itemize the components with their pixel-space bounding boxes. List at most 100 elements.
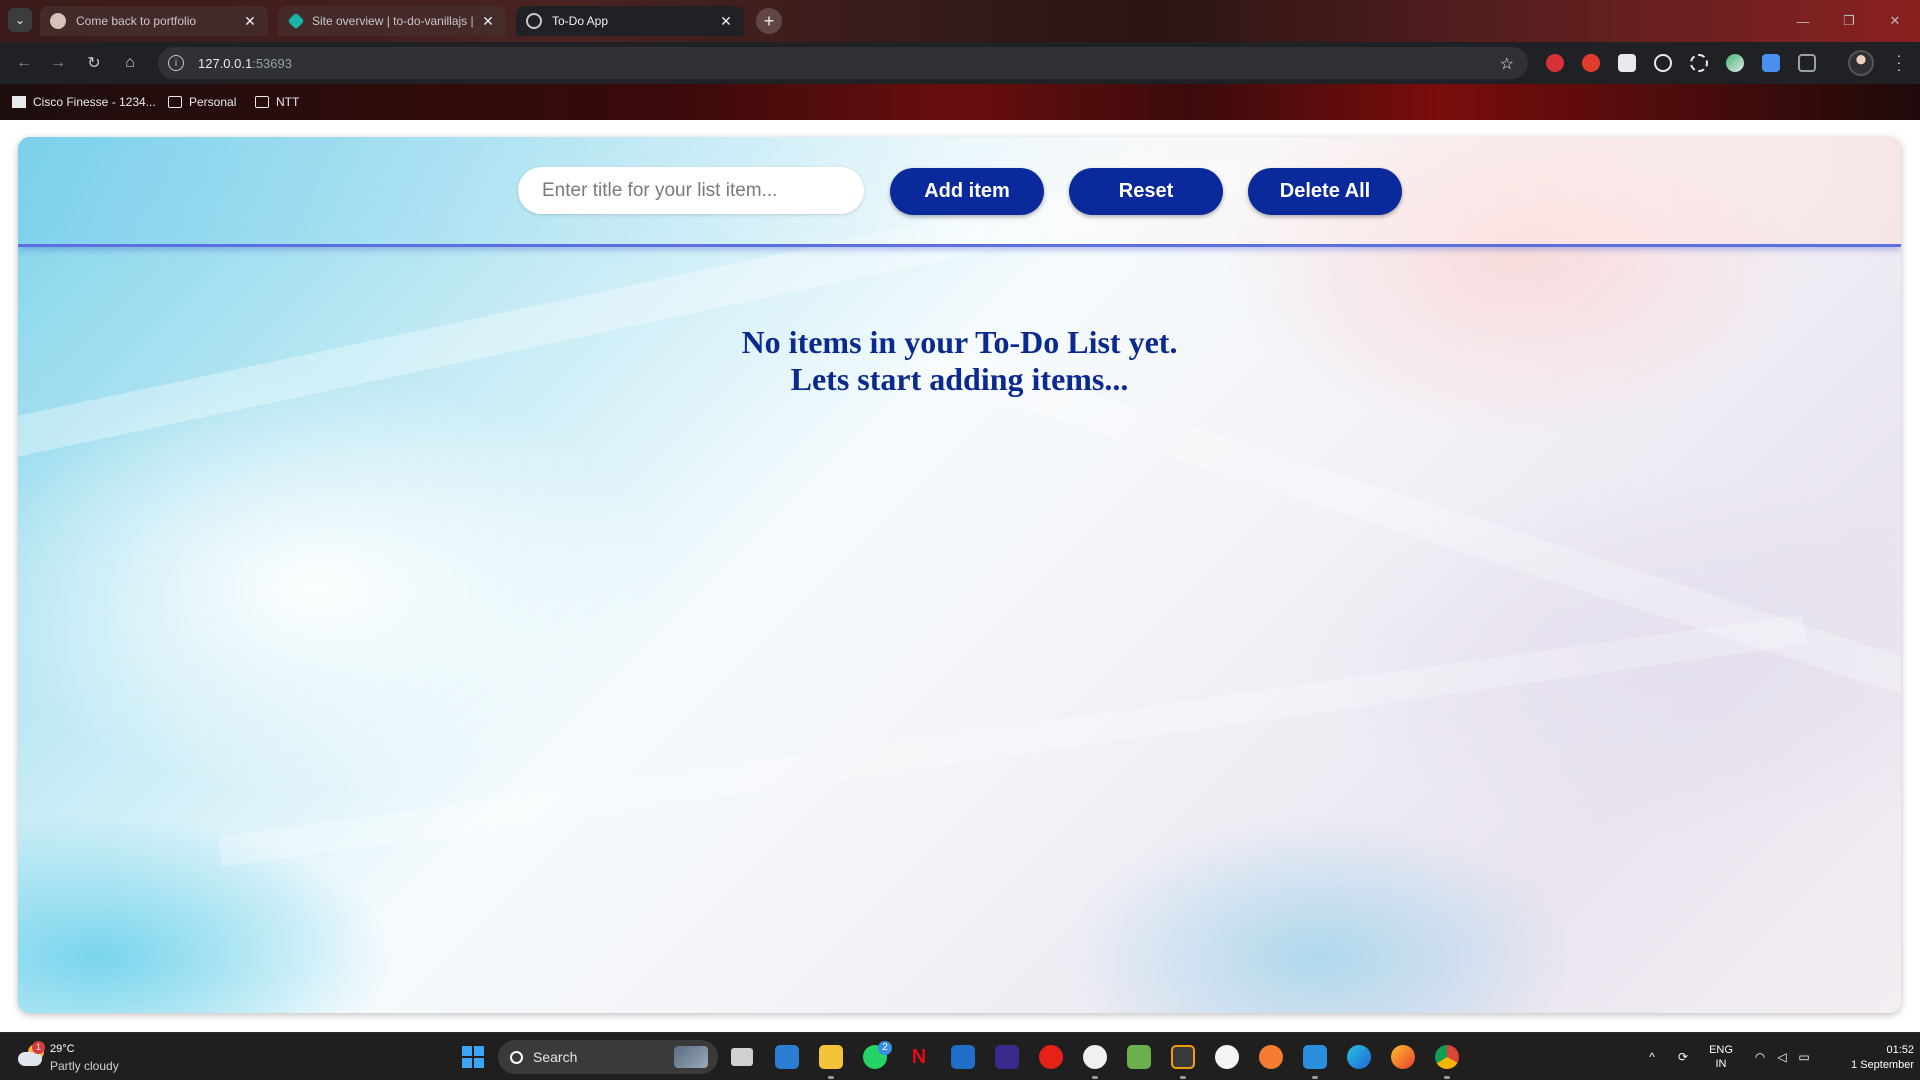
red-extension-icon[interactable] — [1582, 54, 1600, 72]
folder-icon — [168, 96, 182, 108]
clock-date: 1 September — [1851, 1059, 1914, 1071]
search-highlight-image — [674, 1046, 708, 1068]
whatsapp-badge: 2 — [878, 1041, 892, 1055]
running-indicator — [1092, 1076, 1098, 1079]
maximize-window-icon[interactable]: ❐ — [1826, 0, 1872, 42]
page-viewport: Add item Reset Delete All No items in yo… — [0, 120, 1920, 1032]
forward-icon[interactable]: → — [46, 51, 70, 75]
adblock-plus-icon[interactable] — [1546, 54, 1564, 72]
running-indicator — [1180, 1076, 1186, 1079]
postman-icon[interactable] — [1259, 1045, 1283, 1069]
browser-tab-strip: ⌄ Come back to portfolio ✕ Site overview… — [0, 0, 1920, 42]
bookmark-star-icon[interactable]: ☆ — [1500, 54, 1514, 74]
tab-site-overview[interactable]: Site overview | to-do-vanillajs | ✕ — [278, 6, 506, 36]
delete-all-button[interactable]: Delete All — [1248, 168, 1402, 215]
edge-icon[interactable] — [1347, 1045, 1371, 1069]
reset-button[interactable]: Reset — [1069, 168, 1223, 215]
home-icon[interactable]: ⌂ — [118, 51, 142, 75]
app-header: Add item Reset Delete All — [18, 137, 1901, 247]
tab-title: Site overview | to-do-vanillajs | — [312, 14, 474, 28]
clock-time: 01:52 — [1886, 1044, 1914, 1056]
running-indicator — [1444, 1076, 1450, 1079]
vscode-icon[interactable] — [1303, 1045, 1327, 1069]
tab-title: Come back to portfolio — [76, 14, 197, 28]
system-clock[interactable]: 01:52 1 September — [1820, 1043, 1914, 1073]
search-label: Search — [533, 1049, 578, 1065]
bookmark-folder-ntt[interactable]: NTT — [255, 93, 299, 111]
portfolio-favicon-icon — [50, 13, 66, 29]
tab-todo-app[interactable]: To-Do App ✕ — [516, 6, 744, 36]
prime-video-icon[interactable] — [951, 1045, 975, 1069]
running-indicator — [1312, 1076, 1318, 1079]
empty-message-line-1: No items in your To-Do List yet. — [741, 324, 1178, 360]
minimize-window-icon[interactable]: — — [1780, 0, 1826, 42]
bookmark-label: NTT — [276, 95, 300, 109]
lang-region: IN — [1715, 1058, 1727, 1070]
weather-temperature: 29°C — [50, 1043, 75, 1055]
github-icon[interactable] — [1083, 1045, 1107, 1069]
tab-title: To-Do App — [552, 14, 609, 28]
weather-badge: 1 — [32, 1041, 45, 1054]
lang-code: ENG — [1709, 1044, 1733, 1056]
file-explorer-icon[interactable] — [819, 1045, 843, 1069]
globe-favicon-icon — [526, 13, 542, 29]
bookmark-folder-personal[interactable]: Personal — [168, 93, 236, 111]
site-info-icon[interactable]: i — [168, 55, 184, 71]
microsoft-store-icon[interactable] — [775, 1045, 799, 1069]
gear-extension-icon[interactable] — [1690, 54, 1708, 72]
green-extension-icon[interactable] — [1726, 54, 1744, 72]
browser-menu-icon[interactable]: · · · — [1892, 48, 1906, 76]
puzzle-extensions-icon[interactable] — [1798, 54, 1816, 72]
sync-icon[interactable]: ⟳ — [1672, 1033, 1694, 1080]
target-extension-icon[interactable] — [1654, 54, 1672, 72]
weather-description: Partly cloudy — [50, 1059, 119, 1073]
empty-message-line-2: Lets start adding items... — [790, 361, 1129, 397]
background-stripe — [218, 614, 1807, 867]
reload-icon[interactable]: ↻ — [82, 51, 106, 75]
address-bar[interactable]: i 127.0.0.1:53693 ☆ — [158, 47, 1528, 79]
tab-portfolio[interactable]: Come back to portfolio ✕ — [40, 6, 268, 36]
profile-avatar[interactable] — [1848, 50, 1874, 76]
back-icon[interactable]: ← — [12, 51, 36, 75]
s-extension-icon[interactable] — [1618, 54, 1636, 72]
close-tab-icon[interactable]: ✕ — [242, 13, 258, 30]
taskbar-search-box[interactable]: Search — [498, 1040, 718, 1074]
input-language[interactable]: ENG IN — [1704, 1043, 1738, 1071]
sublime-text-icon[interactable] — [1171, 1045, 1195, 1069]
volume-icon[interactable]: ◁ — [1772, 1033, 1792, 1080]
bookmark-label: Personal — [189, 95, 237, 109]
cisco-icon — [12, 96, 26, 108]
close-tab-icon[interactable]: ✕ — [718, 13, 734, 30]
todo-title-input[interactable] — [518, 167, 864, 214]
close-window-icon[interactable]: ✕ — [1872, 0, 1918, 42]
windows-taskbar: 1 29°C Partly cloudy Search 2 N ^ ⟳ ENG … — [0, 1032, 1920, 1080]
battery-icon[interactable]: ▭ — [1794, 1033, 1814, 1080]
task-view-icon[interactable] — [731, 1048, 753, 1066]
weather-widget-icon[interactable]: 1 — [18, 1041, 45, 1068]
netlify-favicon-icon — [287, 12, 305, 30]
notepad-icon[interactable] — [1127, 1045, 1151, 1069]
bookmark-label: Cisco Finesse - 1234... — [33, 95, 156, 109]
show-hidden-icons-chevron-icon[interactable]: ^ — [1642, 1033, 1662, 1080]
chrome-icon[interactable] — [1435, 1045, 1459, 1069]
new-tab-button[interactable]: + — [756, 8, 782, 34]
browser-toolbar: ← → ↻ ⌂ i 127.0.0.1:53693 ☆ · · · — [0, 42, 1920, 84]
folder-icon — [255, 96, 269, 108]
tab-search-chevron-icon[interactable]: ⌄ — [8, 8, 32, 32]
running-indicator — [828, 1076, 834, 1079]
mongodb-compass-icon[interactable] — [1215, 1045, 1239, 1069]
firefox-icon[interactable] — [1391, 1045, 1415, 1069]
wifi-icon[interactable]: ◠ — [1750, 1033, 1770, 1080]
blue-extension-icon[interactable] — [1762, 54, 1780, 72]
add-item-button[interactable]: Add item — [890, 168, 1044, 215]
amazon-music-icon[interactable] — [995, 1045, 1019, 1069]
youtube-icon[interactable] — [1039, 1045, 1063, 1069]
empty-list-message: No items in your To-Do List yet. Lets st… — [18, 324, 1901, 398]
close-tab-icon[interactable]: ✕ — [480, 13, 496, 30]
netflix-icon[interactable]: N — [907, 1045, 931, 1069]
windows-start-icon[interactable] — [462, 1046, 484, 1068]
bookmarks-bar: Cisco Finesse - 1234... Personal NTT — [0, 84, 1920, 120]
cloud-icon — [18, 1052, 42, 1066]
bookmark-cisco-finesse[interactable]: Cisco Finesse - 1234... — [12, 93, 156, 111]
url-text: 127.0.0.1:53693 — [198, 55, 292, 71]
